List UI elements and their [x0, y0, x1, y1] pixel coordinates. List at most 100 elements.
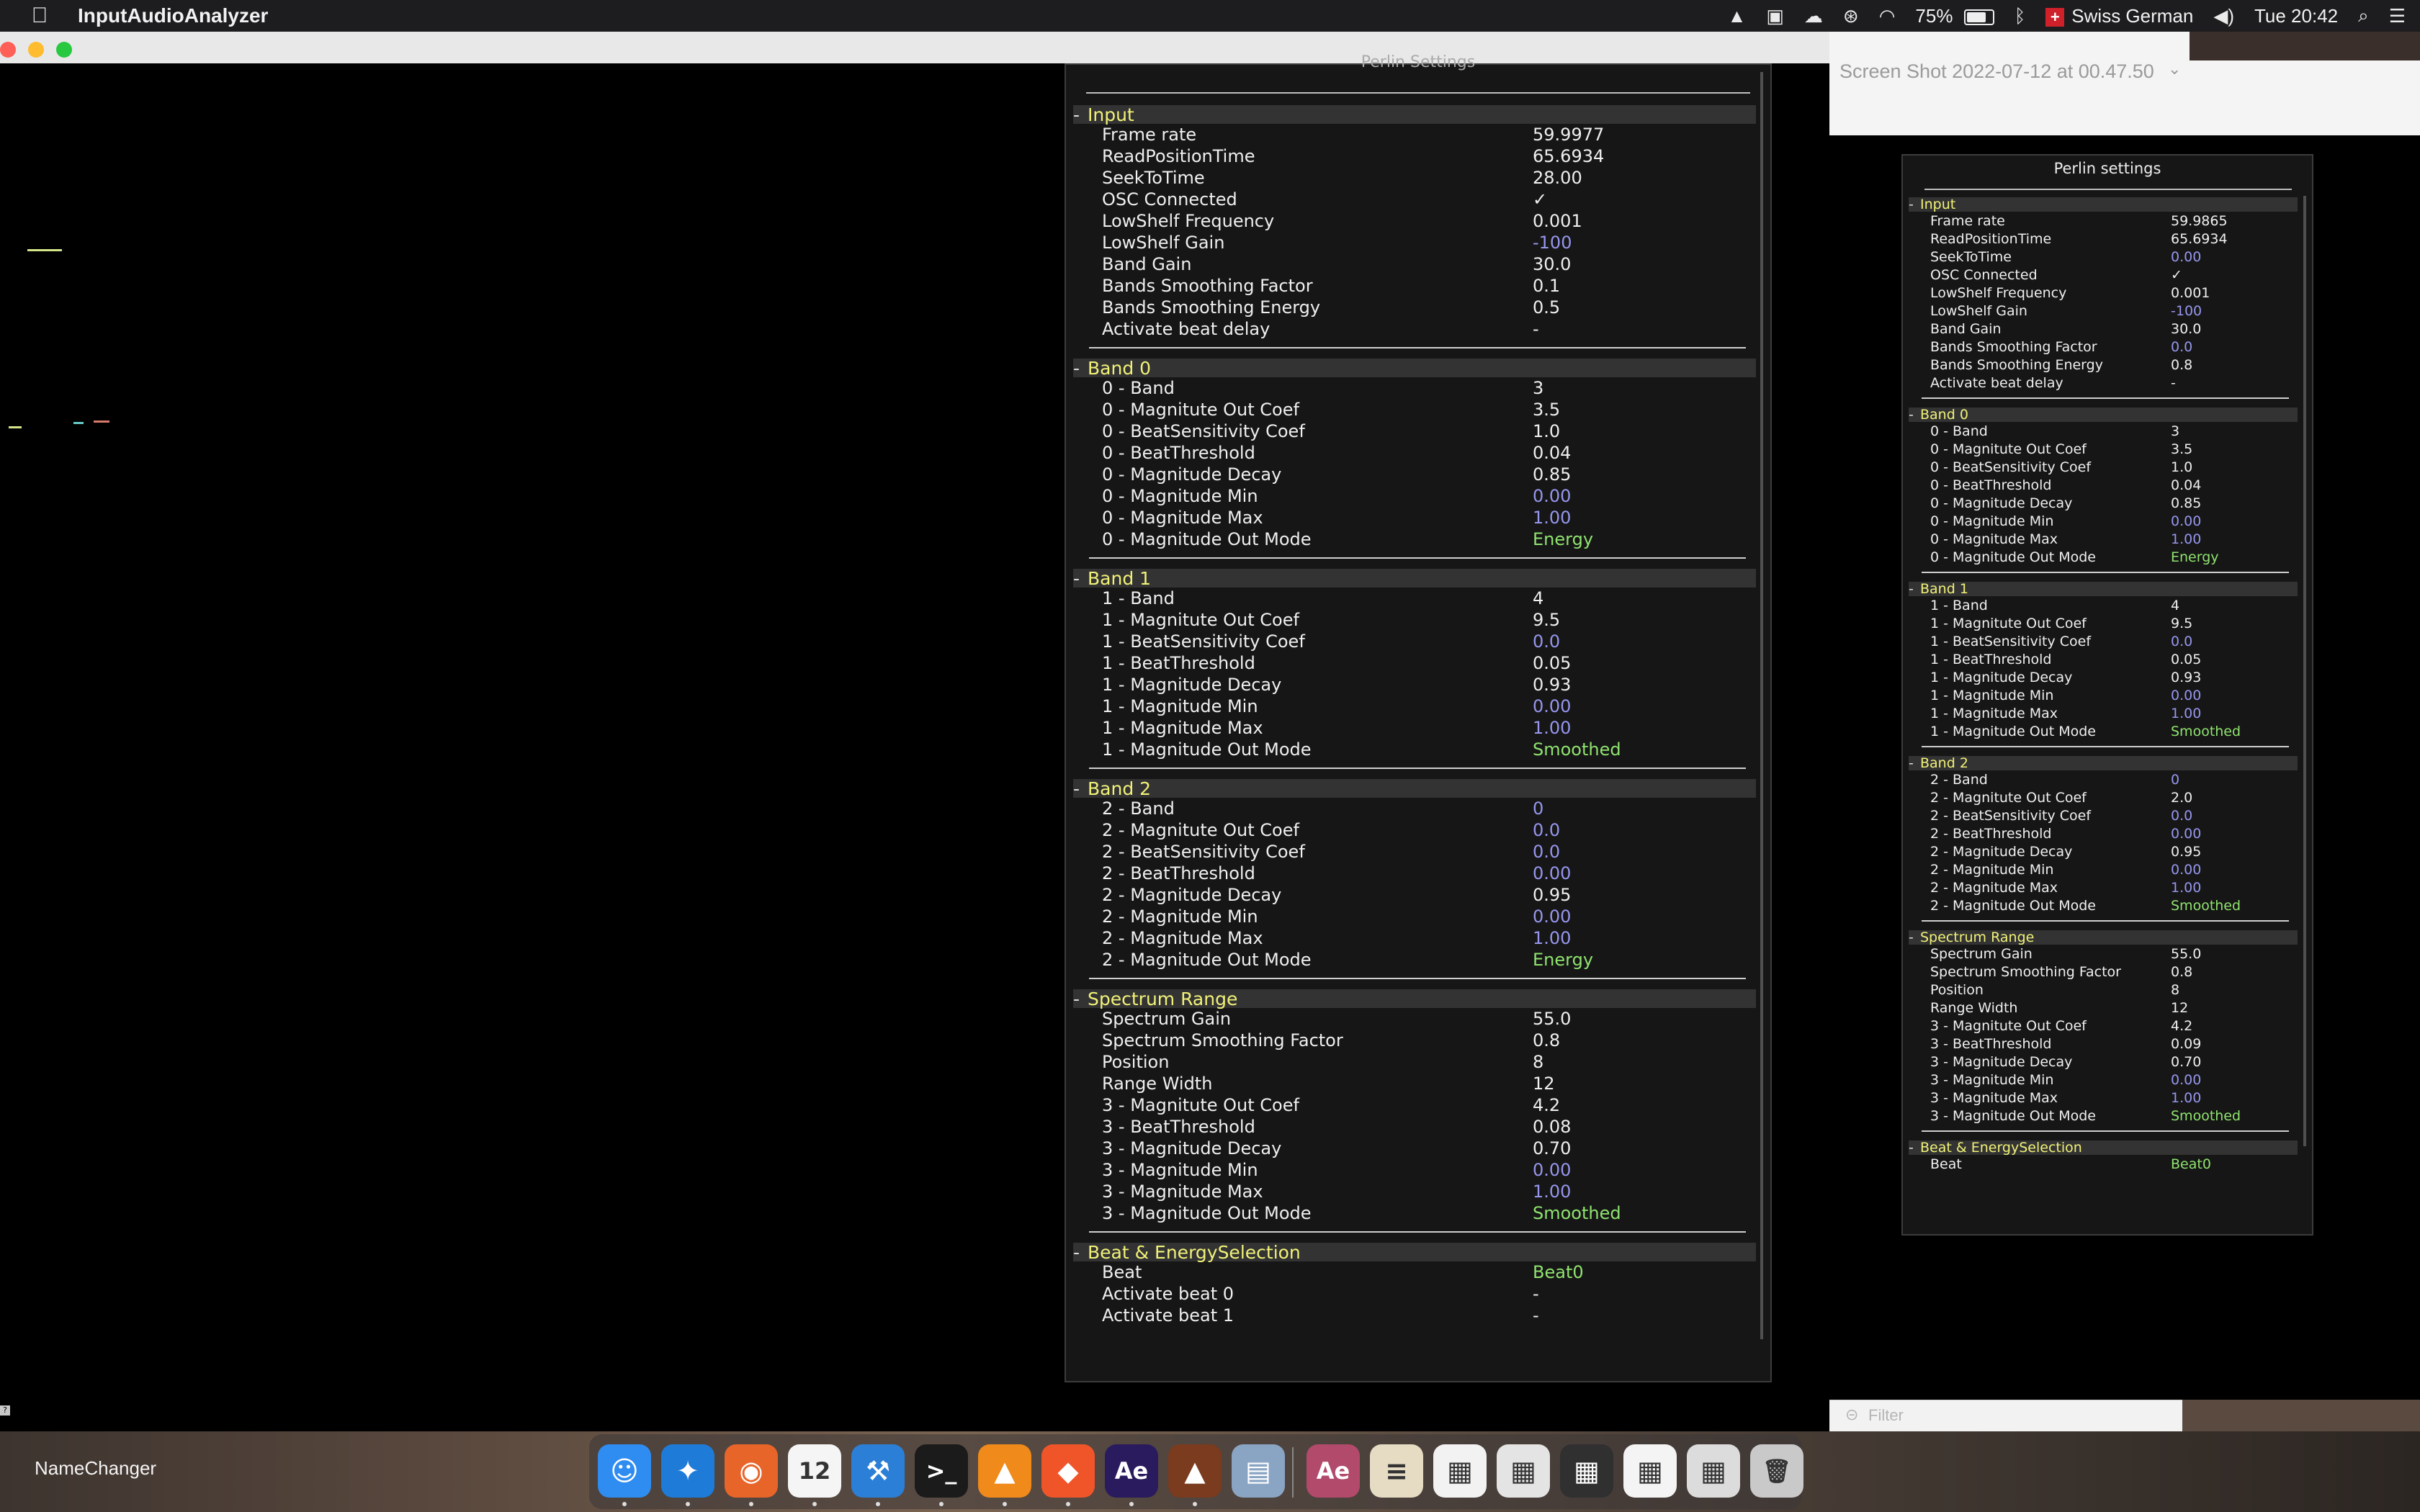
- param-value[interactable]: -: [1533, 1284, 1539, 1304]
- after-effects-icon[interactable]: Ae: [1105, 1444, 1158, 1498]
- search-icon[interactable]: ⌕: [2358, 4, 2369, 27]
- param-0-magnitude-max[interactable]: 0 - Magnitude Max 1.00: [1903, 530, 2292, 548]
- firefox-icon[interactable]: ◉: [725, 1444, 778, 1498]
- param-bands-smoothing-factor[interactable]: Bands Smoothing Factor 0.0: [1903, 338, 2292, 356]
- perlin-settings-panel[interactable]: Perlin Settings - Input Frame rate 59.9977 R…: [1065, 53, 1772, 1382]
- param-1-magnitude-min[interactable]: 1 - Magnitude Min 0.00: [1066, 696, 1749, 717]
- param-3-magnitute-out-coef[interactable]: 3 - Magnitute Out Coef 4.2: [1066, 1094, 1749, 1116]
- param-0-magnitute-out-coef[interactable]: 0 - Magnitute Out Coef 3.5: [1066, 399, 1749, 420]
- param-2-magnitude-out-mode[interactable]: 2 - Magnitude Out Mode Smoothed: [1903, 896, 2292, 914]
- param-1-beatthreshold[interactable]: 1 - BeatThreshold 0.05: [1066, 652, 1749, 674]
- section-header-spectrum-range[interactable]: - Spectrum Range: [1073, 989, 1756, 1009]
- param-activate-beat-1[interactable]: Activate beat 1 -: [1066, 1305, 1749, 1326]
- collapse-icon[interactable]: -: [1909, 581, 1920, 597]
- param-value[interactable]: 0.85: [1533, 464, 1571, 485]
- param-2-band[interactable]: 2 - Band 0: [1903, 770, 2292, 788]
- param-2-beatthreshold[interactable]: 2 - BeatThreshold 0.00: [1903, 824, 2292, 842]
- param-1-magnitude-decay[interactable]: 1 - Magnitude Decay 0.93: [1903, 668, 2292, 686]
- param-2-magnitude-max[interactable]: 2 - Magnitude Max 1.00: [1066, 927, 1749, 949]
- param-value[interactable]: 55.0: [1533, 1009, 1571, 1029]
- param-2-magnitude-min[interactable]: 2 - Magnitude Min 0.00: [1066, 906, 1749, 927]
- param-2-magnitude-decay[interactable]: 2 - Magnitude Decay 0.95: [1903, 842, 2292, 860]
- param-value[interactable]: 4: [2171, 598, 2179, 613]
- param-value[interactable]: 55.0: [2171, 946, 2201, 962]
- param-0-magnitude-decay[interactable]: 0 - Magnitude Decay 0.85: [1903, 494, 2292, 512]
- calendar-icon[interactable]: 12: [788, 1444, 841, 1498]
- param-value[interactable]: ✓: [2171, 267, 2182, 283]
- app-menu-name[interactable]: InputAudioAnalyzer: [78, 4, 268, 27]
- param-value[interactable]: 3.5: [2171, 441, 2192, 457]
- param-value[interactable]: 0.85: [2171, 495, 2201, 511]
- param-spectrum-smoothing-factor[interactable]: Spectrum Smoothing Factor 0.8: [1066, 1030, 1749, 1051]
- param-value[interactable]: Energy: [2171, 549, 2219, 565]
- param-0-magnitude-min[interactable]: 0 - Magnitude Min 0.00: [1066, 485, 1749, 507]
- param-lowshelf-gain[interactable]: LowShelf Gain -100: [1066, 232, 1749, 253]
- param-spectrum-gain[interactable]: Spectrum Gain 55.0: [1066, 1008, 1749, 1030]
- param-value[interactable]: 1.00: [2171, 1090, 2201, 1106]
- param-position[interactable]: Position 8: [1066, 1051, 1749, 1073]
- param-1-band[interactable]: 1 - Band 4: [1066, 588, 1749, 609]
- param-spectrum-smoothing-factor[interactable]: Spectrum Smoothing Factor 0.8: [1903, 963, 2292, 981]
- param-0-magnitude-max[interactable]: 0 - Magnitude Max 1.00: [1066, 507, 1749, 528]
- section-header-band-0[interactable]: - Band 0: [1073, 358, 1756, 379]
- param-0-band[interactable]: 0 - Band 3: [1066, 377, 1749, 399]
- section-header-band-1[interactable]: - Band 1: [1073, 568, 1756, 589]
- param-lowshelf-gain[interactable]: LowShelf Gain -100: [1903, 302, 2292, 320]
- xcode-icon[interactable]: ⚒: [851, 1444, 905, 1498]
- param-value[interactable]: 0.0: [2171, 634, 2192, 649]
- param-value[interactable]: 0.0: [1533, 820, 1560, 840]
- param-seektotime[interactable]: SeekToTime 28.00: [1066, 167, 1749, 189]
- param-beat[interactable]: Beat Beat0: [1903, 1155, 2292, 1173]
- param-value[interactable]: Smoothed: [2171, 898, 2241, 914]
- param-value[interactable]: Energy: [1533, 950, 1593, 970]
- param-value[interactable]: 0.8: [1533, 1030, 1560, 1050]
- param-value[interactable]: 0.70: [2171, 1054, 2201, 1070]
- param-value[interactable]: 1.00: [2171, 531, 2201, 547]
- collapse-icon[interactable]: -: [1909, 1140, 1920, 1156]
- param-osc-connected[interactable]: OSC Connected ✓: [1066, 189, 1749, 210]
- collapse-icon[interactable]: -: [1073, 989, 1088, 1009]
- param-3-magnitute-out-coef[interactable]: 3 - Magnitute Out Coef 4.2: [1903, 1017, 2292, 1035]
- section-header-band-2[interactable]: - Band 2: [1073, 778, 1756, 799]
- bluetooth-icon[interactable]: ᛒ: [2015, 5, 2026, 27]
- param-0-band[interactable]: 0 - Band 3: [1903, 422, 2292, 440]
- param-2-beatsensitivity-coef[interactable]: 2 - BeatSensitivity Coef 0.0: [1066, 841, 1749, 863]
- param-1-beatsensitivity-coef[interactable]: 1 - BeatSensitivity Coef 0.0: [1066, 631, 1749, 652]
- param-2-magnitude-out-mode[interactable]: 2 - Magnitude Out Mode Energy: [1066, 949, 1749, 971]
- param-bands-smoothing-energy[interactable]: Bands Smoothing Energy 0.5: [1066, 297, 1749, 318]
- param-2-magnitute-out-coef[interactable]: 2 - Magnitute Out Coef 2.0: [1903, 788, 2292, 806]
- battery-percent[interactable]: 75%: [1915, 5, 1994, 27]
- collapse-icon[interactable]: -: [1909, 407, 1920, 423]
- section-header-beat-energyselection[interactable]: - Beat & EnergySelection: [1073, 1242, 1756, 1263]
- safari-icon[interactable]: ✦: [661, 1444, 714, 1498]
- param-0-beatthreshold[interactable]: 0 - BeatThreshold 0.04: [1066, 442, 1749, 464]
- param-value[interactable]: 1.00: [2171, 880, 2201, 896]
- window-thumb-3-icon[interactable]: ▦: [1560, 1444, 1613, 1498]
- help-icon[interactable]: ?: [0, 1405, 10, 1416]
- param-range-width[interactable]: Range Width 12: [1066, 1073, 1749, 1094]
- adobe-folder-icon[interactable]: Ae: [1307, 1444, 1360, 1498]
- namechanger-desktop-item[interactable]: NameChanger: [35, 1457, 156, 1480]
- terminal-icon[interactable]: >_: [915, 1444, 968, 1498]
- collapse-icon[interactable]: -: [1909, 930, 1920, 945]
- param-value[interactable]: 0.93: [2171, 670, 2201, 685]
- param-0-magnitude-min[interactable]: 0 - Magnitude Min 0.00: [1903, 512, 2292, 530]
- param-3-magnitude-out-mode[interactable]: 3 - Magnitude Out Mode Smoothed: [1066, 1202, 1749, 1224]
- param-1-magnitude-decay[interactable]: 1 - Magnitude Decay 0.93: [1066, 674, 1749, 696]
- param-value[interactable]: Energy: [1533, 529, 1593, 549]
- param-frame-rate[interactable]: Frame rate 59.9865: [1903, 212, 2292, 230]
- param-value[interactable]: 9.5: [1533, 610, 1560, 630]
- param-0-magnitude-decay[interactable]: 0 - Magnitude Decay 0.85: [1066, 464, 1749, 485]
- param-value[interactable]: 0.95: [2171, 844, 2201, 860]
- param-value[interactable]: 0: [1533, 798, 1543, 819]
- param-seektotime[interactable]: SeekToTime 0.00: [1903, 248, 2292, 266]
- section-header-input[interactable]: - Input: [1909, 197, 2298, 212]
- param-3-beatthreshold[interactable]: 3 - BeatThreshold 0.08: [1066, 1116, 1749, 1138]
- param-0-magnitude-out-mode[interactable]: 0 - Magnitude Out Mode Energy: [1903, 548, 2292, 566]
- param-3-magnitude-out-mode[interactable]: 3 - Magnitude Out Mode Smoothed: [1903, 1107, 2292, 1125]
- param-value[interactable]: 0.5: [1533, 297, 1560, 318]
- param-bands-smoothing-factor[interactable]: Bands Smoothing Factor 0.1: [1066, 275, 1749, 297]
- perlin-settings-panel-small[interactable]: Perlin settings - Input Frame rate 59.9865 R…: [1901, 154, 2313, 1236]
- collapse-icon[interactable]: -: [1909, 755, 1920, 771]
- param-value[interactable]: 4: [1533, 588, 1543, 608]
